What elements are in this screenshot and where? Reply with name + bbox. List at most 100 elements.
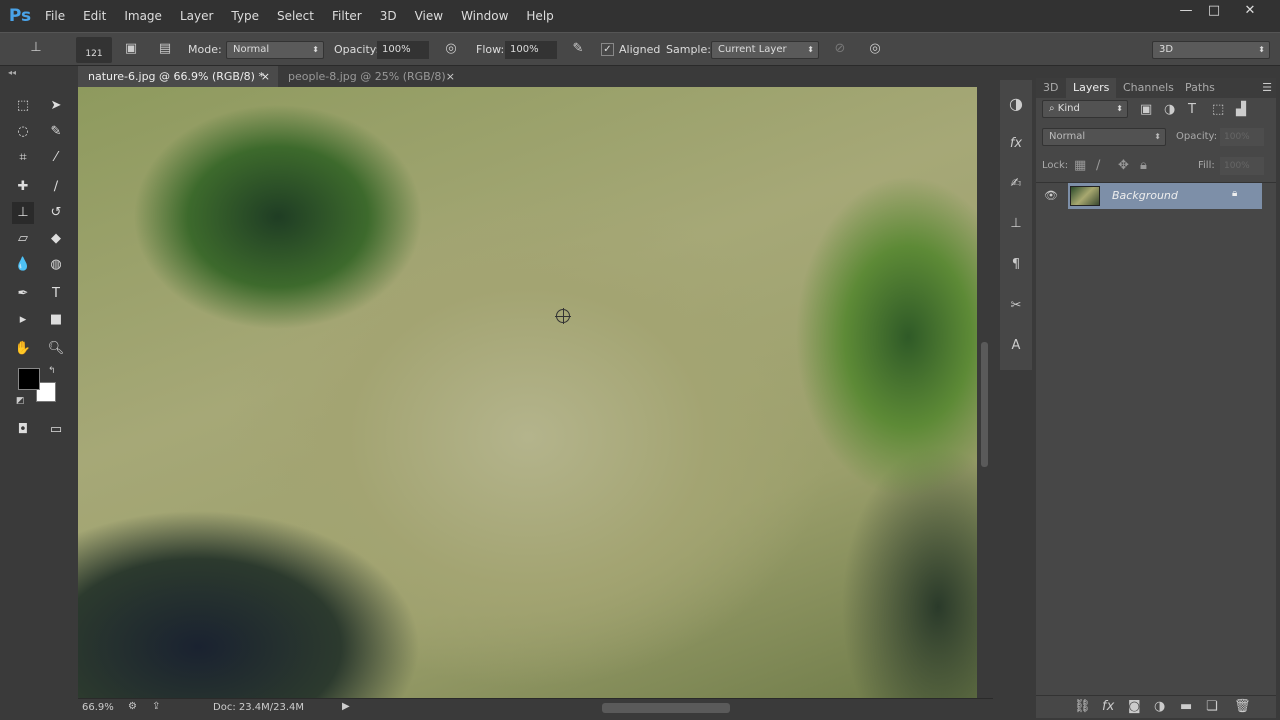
workspace-select[interactable]: 3D ⬍: [1152, 41, 1270, 59]
path-selection-tool-icon[interactable]: ▸: [12, 309, 34, 331]
fill-input[interactable]: 100%: [1220, 157, 1264, 175]
filter-type-icon[interactable]: T: [1188, 102, 1196, 117]
adjustments-icon[interactable]: ◑: [1006, 94, 1026, 113]
ignore-adjustment-layers-icon[interactable]: ⊘: [831, 41, 849, 56]
visibility-eye-icon[interactable]: 👁︎: [1044, 189, 1058, 202]
hand-tool-icon[interactable]: ✋: [12, 338, 34, 360]
eyedropper-tool-icon[interactable]: ⁄: [45, 147, 67, 169]
menu-edit[interactable]: Edit: [74, 9, 115, 23]
clone-stamp-tool-icon[interactable]: ⊥: [26, 40, 46, 55]
new-group-icon[interactable]: ▬: [1180, 699, 1192, 714]
filter-kind-select[interactable]: ⌕ Kind ⬍: [1042, 100, 1128, 118]
add-mask-icon[interactable]: ◙: [1128, 699, 1141, 714]
menu-image[interactable]: Image: [115, 9, 171, 23]
aligned-checkbox[interactable]: ✓: [601, 43, 614, 56]
lock-position-icon[interactable]: ✥: [1118, 158, 1129, 173]
mode-select[interactable]: Normal ⬍: [226, 41, 324, 59]
lock-all-icon[interactable]: 🔒︎: [1140, 158, 1147, 173]
tab-paths[interactable]: Paths: [1178, 78, 1222, 98]
share-icon[interactable]: ⇪: [152, 701, 160, 712]
menu-file[interactable]: File: [36, 9, 74, 23]
crop-tool-icon[interactable]: ⌗: [12, 147, 34, 169]
opacity-input[interactable]: 100%: [377, 41, 429, 59]
sample-select[interactable]: Current Layer ⬍: [711, 41, 819, 59]
filter-pixel-icon[interactable]: ▣: [1140, 102, 1152, 117]
menu-filter[interactable]: Filter: [323, 9, 371, 23]
add-layer-style-icon[interactable]: fx: [1102, 699, 1114, 714]
tab-close-icon[interactable]: ×: [261, 66, 270, 87]
layer-opacity-input[interactable]: 100%: [1220, 128, 1264, 146]
link-layers-icon[interactable]: ⛓: [1074, 699, 1091, 714]
collapse-toolbox-icon[interactable]: ◂◂: [8, 68, 16, 77]
clone-source-panel-icon[interactable]: ▣: [122, 41, 140, 56]
tab-3d[interactable]: 3D: [1036, 78, 1065, 98]
vertical-scrollbar[interactable]: [977, 87, 992, 698]
menu-layer[interactable]: Layer: [171, 9, 222, 23]
airbrush-icon[interactable]: ✎: [569, 41, 587, 56]
healing-brush-tool-icon[interactable]: ✚: [12, 176, 34, 198]
flow-input[interactable]: 100%: [505, 41, 557, 59]
blend-mode-select[interactable]: Normal ⬍: [1042, 128, 1166, 146]
menu-3d[interactable]: 3D: [371, 9, 406, 23]
tab-nature-6[interactable]: nature-6.jpg @ 66.9% (RGB/8) * ×: [78, 66, 278, 87]
quick-selection-tool-icon[interactable]: ✎: [45, 121, 67, 143]
horizontal-scrollbar[interactable]: [368, 703, 968, 713]
rectangle-tool-icon[interactable]: ■: [45, 309, 67, 331]
zoom-level[interactable]: 66.9%: [82, 702, 114, 713]
clone-stamp-tool-icon[interactable]: ⊥: [12, 202, 34, 224]
clone-source-icon[interactable]: ⊥: [1006, 216, 1026, 231]
lock-pixels-icon[interactable]: ∕: [1096, 158, 1100, 173]
pressure-opacity-icon[interactable]: ◎: [442, 41, 460, 56]
delete-layer-icon[interactable]: 🗑︎: [1234, 699, 1251, 714]
character-icon[interactable]: A: [1006, 338, 1026, 353]
brush-tool-icon[interactable]: ∕: [45, 176, 67, 198]
foreground-color-swatch[interactable]: [18, 368, 40, 390]
layer-name[interactable]: Background: [1112, 189, 1178, 202]
close-button[interactable]: ✕: [1234, 0, 1266, 22]
filter-adjustment-icon[interactable]: ◑: [1164, 102, 1175, 117]
status-menu-arrow-icon[interactable]: ▶: [342, 701, 350, 712]
default-colors-icon[interactable]: ◩: [16, 396, 25, 406]
brush-preset-picker[interactable]: 121: [76, 37, 112, 63]
history-brush-tool-icon[interactable]: ↺: [45, 202, 67, 224]
paragraph-icon[interactable]: ¶: [1006, 257, 1026, 272]
pen-tool-icon[interactable]: ✒: [12, 283, 34, 305]
filter-smart-object-icon[interactable]: ▟: [1236, 102, 1246, 117]
layer-row-background[interactable]: 👁︎ Background 🔒︎: [1036, 183, 1262, 209]
lock-transparent-icon[interactable]: ▦: [1074, 158, 1086, 173]
marquee-tool-icon[interactable]: ⬚: [12, 95, 34, 117]
filter-shape-icon[interactable]: ⬚: [1212, 102, 1224, 117]
menu-select[interactable]: Select: [268, 9, 323, 23]
pressure-size-icon[interactable]: ◎: [866, 41, 884, 56]
maximize-button[interactable]: □: [1198, 0, 1230, 22]
tab-close-icon[interactable]: ×: [446, 66, 455, 87]
document-canvas[interactable]: [78, 87, 977, 698]
new-layer-icon[interactable]: ❏: [1206, 699, 1218, 714]
tool-presets-icon[interactable]: ✂: [1006, 298, 1026, 313]
styles-icon[interactable]: fx: [1006, 136, 1026, 151]
eraser-tool-icon[interactable]: ▱: [12, 228, 34, 250]
new-adjustment-layer-icon[interactable]: ◑: [1154, 699, 1165, 714]
paint-bucket-tool-icon[interactable]: ◆: [45, 228, 67, 250]
vertical-scroll-thumb[interactable]: [981, 342, 988, 467]
blur-tool-icon[interactable]: 💧: [12, 254, 34, 276]
lasso-tool-icon[interactable]: ◌: [12, 121, 34, 143]
status-settings-icon[interactable]: ⚙: [128, 701, 137, 712]
type-tool-icon[interactable]: T: [45, 283, 67, 305]
menu-type[interactable]: Type: [222, 9, 268, 23]
menu-window[interactable]: Window: [452, 9, 517, 23]
screen-mode-icon[interactable]: ▭: [45, 419, 67, 441]
swap-colors-icon[interactable]: ↰: [48, 366, 56, 376]
panel-menu-icon[interactable]: ☰: [1262, 81, 1272, 94]
zoom-tool-icon[interactable]: 🔍︎: [45, 338, 67, 360]
move-tool-icon[interactable]: ➤: [45, 95, 67, 117]
tab-people-8[interactable]: people-8.jpg @ 25% (RGB/8) ×: [278, 66, 463, 87]
tab-channels[interactable]: Channels: [1116, 78, 1181, 98]
menu-view[interactable]: View: [406, 9, 452, 23]
quick-mask-icon[interactable]: ◘: [12, 419, 34, 441]
dodge-tool-icon[interactable]: ◍: [45, 254, 67, 276]
horizontal-scroll-thumb[interactable]: [602, 703, 730, 713]
brush-panel-icon[interactable]: ▤: [156, 41, 174, 56]
tab-layers[interactable]: Layers: [1066, 78, 1117, 98]
brush-presets-icon[interactable]: ✍: [1006, 176, 1026, 191]
